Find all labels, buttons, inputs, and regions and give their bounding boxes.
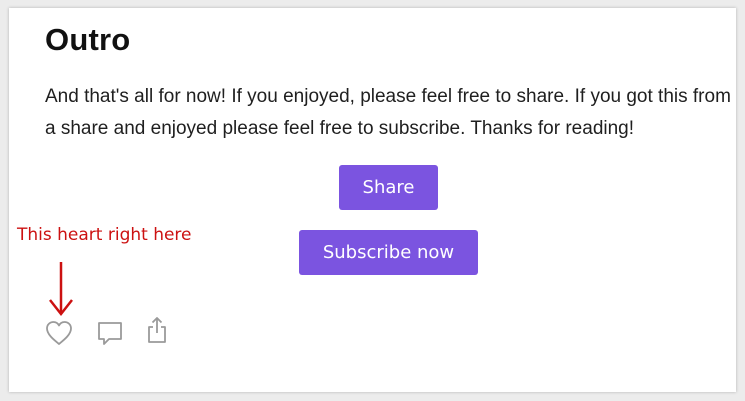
- subscribe-button[interactable]: Subscribe now: [299, 230, 478, 275]
- annotation-text: This heart right here: [17, 225, 192, 245]
- post-card: Outro And that's all for now! If you enj…: [9, 8, 736, 392]
- annotation-arrow-icon: [49, 262, 73, 317]
- post-body: And that's all for now! If you enjoyed, …: [45, 86, 731, 139]
- comment-icon[interactable]: [96, 320, 124, 348]
- post-title: Outro: [45, 22, 131, 57]
- share-button[interactable]: Share: [339, 165, 438, 210]
- share-icon[interactable]: [146, 316, 168, 344]
- heart-icon[interactable]: [45, 320, 73, 346]
